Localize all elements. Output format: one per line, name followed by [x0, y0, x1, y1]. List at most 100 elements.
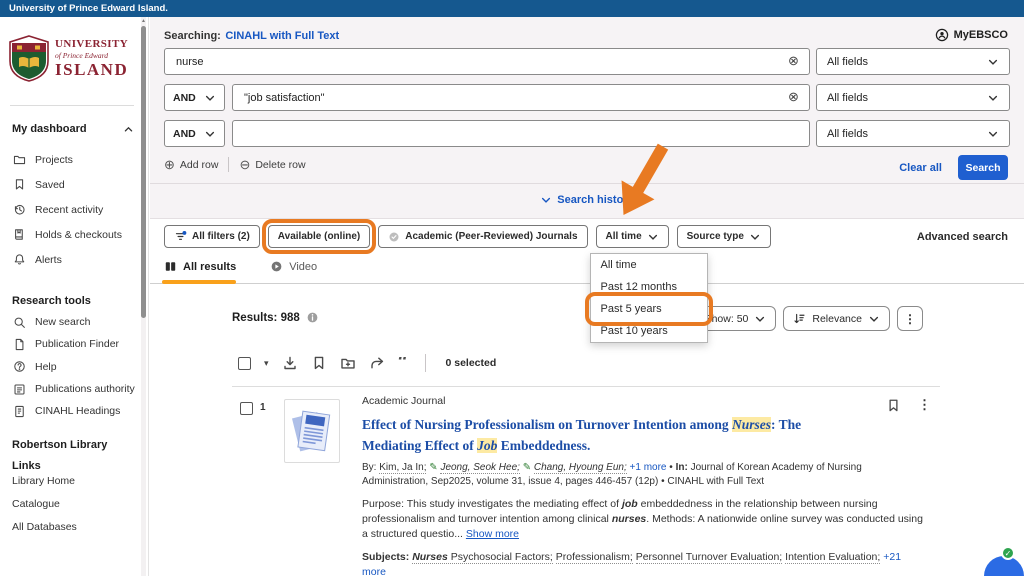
title-highlight: Nurses — [732, 417, 771, 432]
add-to-folder-icon[interactable] — [340, 355, 356, 371]
logo-line3: ISLAND — [55, 61, 128, 78]
clear-all-link[interactable]: Clear all — [899, 162, 942, 174]
bookmark-icon[interactable] — [311, 355, 327, 371]
folder-icon — [13, 153, 26, 166]
abstract-term: job — [622, 498, 638, 510]
chevron-down-icon — [540, 194, 552, 206]
subject-link[interactable]: Intention Evaluation; — [785, 551, 880, 564]
field-select-1[interactable]: All fields — [816, 48, 1010, 75]
subject-link[interactable]: Personnel Turnover Evaluation; — [636, 551, 783, 564]
add-row-label: Add row — [180, 159, 219, 171]
operator-select-3[interactable]: AND — [164, 120, 225, 147]
search-term-input-2[interactable] — [232, 84, 810, 111]
subject-link[interactable]: Professionalism; — [556, 551, 633, 564]
peer-reviewed-filter[interactable]: Academic (Peer-Reviewed) Journals — [378, 225, 587, 248]
author-link[interactable]: Kim, Ja In; — [379, 462, 426, 474]
author-link[interactable]: Chang, Hyoung Eun; — [534, 462, 627, 474]
more-options-button[interactable]: ⋮ — [897, 306, 923, 331]
menu-option-all-time[interactable]: All time — [591, 254, 707, 276]
menu-option-past-12-months[interactable]: Past 12 months — [591, 276, 707, 298]
sidebar-item-label: Library Home — [12, 475, 75, 487]
all-filters-button[interactable]: All filters (2) — [164, 225, 260, 248]
sidebar-item-cinahl-headings[interactable]: CINAHL Headings — [0, 400, 148, 422]
sidebar-section-my-dashboard[interactable]: My dashboard — [12, 123, 134, 135]
sidebar-item-library-home[interactable]: Library Home — [0, 469, 148, 492]
sidebar-item-catalogue[interactable]: Catalogue — [0, 492, 148, 515]
tab-video[interactable]: Video — [270, 260, 317, 273]
delete-row-button[interactable]: ⊖ Delete row — [239, 158, 305, 171]
sidebar-item-label: Saved — [35, 179, 65, 191]
result-title-link[interactable]: Effect of Nursing Professionalism on Tur… — [362, 414, 848, 456]
sidebar-item-projects[interactable]: Projects — [0, 147, 148, 172]
help-icon — [13, 360, 26, 373]
field-select-3[interactable]: All fields — [816, 120, 1010, 147]
plus-circle-icon: ⊕ — [164, 158, 175, 171]
peer-reviewed-label: Academic (Peer-Reviewed) Journals — [405, 231, 577, 242]
search-panel: Searching: CINAHL with Full Text MyEBSCO… — [150, 17, 1024, 219]
advanced-search-link[interactable]: Advanced search — [917, 231, 1008, 243]
info-icon[interactable] — [306, 311, 319, 324]
upei-logo-text: UNIVERSITY of Prince Edward ISLAND — [55, 39, 128, 79]
search-history-toggle[interactable]: Search history — [540, 194, 633, 206]
sidebar-item-publications-authority[interactable]: Publications authority — [0, 378, 148, 400]
clear-input-icon[interactable]: ⊗ — [788, 54, 799, 68]
search-term-input-3[interactable] — [232, 120, 810, 147]
time-filter-dropdown[interactable]: All time All time Past 12 months Past 5 … — [596, 225, 669, 248]
tab-all-results[interactable]: All results — [164, 260, 236, 273]
menu-option-past-5-years[interactable]: Past 5 years — [591, 298, 707, 320]
cite-icon[interactable]: “ — [398, 357, 409, 370]
title-highlight: Job — [477, 438, 497, 453]
search-button[interactable]: Search — [958, 155, 1008, 180]
download-icon[interactable] — [282, 355, 298, 371]
sort-dropdown[interactable]: Relevance — [783, 306, 890, 331]
institution-title: University of Prince Edward Island. — [9, 3, 168, 14]
more-authors-link[interactable]: +1 more — [630, 462, 667, 473]
results-tabs: All results Video — [164, 260, 317, 273]
available-online-filter[interactable]: Available (online) — [268, 225, 370, 248]
select-all-checkbox[interactable] — [238, 357, 251, 370]
clear-input-icon[interactable]: ⊗ — [788, 90, 799, 104]
caret-down-icon[interactable]: ▾ — [264, 358, 269, 369]
holds-icon — [13, 228, 26, 241]
show-more-link[interactable]: Show more — [466, 528, 519, 540]
sidebar-item-label: CINAHL Headings — [35, 405, 120, 417]
sidebar-item-new-search[interactable]: New search — [0, 311, 148, 333]
sidebar-item-label: Recent activity — [35, 204, 103, 216]
add-row-button[interactable]: ⊕ Add row — [164, 158, 218, 171]
subjects-label: Subjects: — [362, 551, 409, 563]
sidebar-item-all-databases[interactable]: All Databases — [0, 515, 148, 538]
sidebar-item-holds-checkouts[interactable]: Holds & checkouts — [0, 222, 148, 247]
active-tab-underline — [162, 280, 236, 284]
divider — [232, 386, 940, 387]
source-type-dropdown[interactable]: Source type — [677, 225, 771, 248]
sidebar-item-saved[interactable]: Saved — [0, 172, 148, 197]
search-term-input-1[interactable] — [164, 48, 810, 75]
scroll-up-icon[interactable]: ▲ — [141, 18, 146, 24]
operator-select-2[interactable]: AND — [164, 84, 225, 111]
chevron-down-icon — [868, 313, 880, 325]
result-byline: By: Kim, Ja In; ✎ Jeong, Seok Hee; ✎ Cha… — [362, 461, 924, 489]
result-abstract: Purpose: This study investigates the med… — [362, 497, 924, 542]
check-circle-icon — [388, 231, 400, 243]
history-icon — [13, 203, 26, 216]
sidebar-scrollbar-thumb[interactable] — [141, 26, 146, 318]
main-content: Searching: CINAHL with Full Text MyEBSCO… — [150, 17, 1024, 576]
field-select-2[interactable]: All fields — [816, 84, 1010, 111]
operator-value: AND — [173, 128, 196, 140]
sidebar-item-help[interactable]: Help — [0, 356, 148, 378]
upei-logo[interactable]: UNIVERSITY of Prince Edward ISLAND — [8, 35, 128, 82]
headings-icon — [13, 405, 26, 418]
result-thumbnail[interactable] — [284, 399, 340, 463]
menu-option-past-10-years[interactable]: Past 10 years — [591, 320, 707, 342]
sidebar-item-alerts[interactable]: Alerts — [0, 247, 148, 272]
play-circle-icon — [270, 260, 283, 273]
database-link[interactable]: CINAHL with Full Text — [225, 30, 339, 42]
sidebar-item-publication-finder[interactable]: Publication Finder — [0, 333, 148, 355]
author-link[interactable]: Jeong, Seok Hee; — [440, 462, 520, 474]
result-checkbox[interactable] — [240, 402, 253, 415]
myebsco-button[interactable]: MyEBSCO — [935, 28, 1008, 42]
sidebar-item-recent-activity[interactable]: Recent activity — [0, 197, 148, 222]
share-icon[interactable] — [369, 355, 385, 371]
divider — [228, 157, 229, 172]
subject-link[interactable]: Nurses Psychosocial Factors; — [412, 551, 553, 564]
